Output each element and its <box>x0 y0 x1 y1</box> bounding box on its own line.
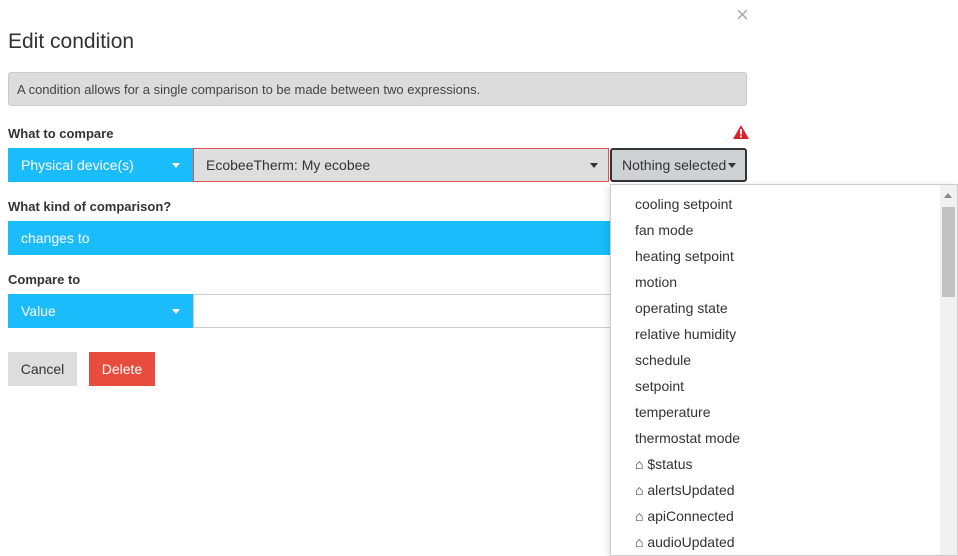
compare-value-input[interactable] <box>193 294 613 328</box>
dropdown-option[interactable]: thermostat mode <box>635 430 740 446</box>
source-type-dropdown[interactable]: Physical device(s) <box>8 148 193 182</box>
dropdown-option[interactable]: fan mode <box>635 222 693 238</box>
chevron-down-icon <box>728 163 736 168</box>
dropdown-option[interactable]: relative humidity <box>635 326 736 342</box>
dropdown-option[interactable]: ⌂ apiConnected <box>635 508 734 524</box>
chevron-down-icon <box>172 163 180 168</box>
warning-triangle-icon <box>733 125 749 139</box>
comparison-label: What kind of comparison? <box>8 199 172 214</box>
source-type-label: Physical device(s) <box>21 157 134 173</box>
what-to-compare-label: What to compare <box>8 126 114 141</box>
attribute-dropdown[interactable]: Nothing selected <box>610 148 747 182</box>
attribute-label: Nothing selected <box>622 157 727 173</box>
chevron-down-icon <box>590 163 598 168</box>
info-banner: A condition allows for a single comparis… <box>8 72 747 106</box>
dropdown-option[interactable]: motion <box>635 274 677 290</box>
device-label: EcobeeTherm: My ecobee <box>206 157 371 173</box>
device-dropdown[interactable]: EcobeeTherm: My ecobee <box>193 148 609 182</box>
chevron-down-icon <box>172 309 180 314</box>
attribute-dropdown-menu: cooling setpoint fan mode heating setpoi… <box>610 184 958 556</box>
dropdown-option[interactable]: ⌂ alertsUpdated <box>635 482 735 498</box>
delete-button[interactable]: Delete <box>89 352 155 386</box>
scrollbar-thumb[interactable] <box>942 207 955 297</box>
dialog-title: Edit condition <box>8 30 135 53</box>
dropdown-option[interactable]: temperature <box>635 404 710 420</box>
dropdown-option[interactable]: ⌂ $status <box>635 456 692 472</box>
dropdown-scrollbar[interactable] <box>940 185 957 555</box>
comparison-operator-dropdown[interactable]: changes to <box>8 221 613 255</box>
scroll-up-icon[interactable] <box>944 193 952 198</box>
compare-to-label: Compare to <box>8 272 81 287</box>
dropdown-option[interactable]: operating state <box>635 300 728 316</box>
dropdown-option[interactable]: heating setpoint <box>635 248 734 264</box>
comparison-operator-label: changes to <box>21 230 90 246</box>
dropdown-option[interactable]: ⌂ audioUpdated <box>635 534 735 550</box>
close-icon[interactable]: × <box>736 2 749 28</box>
dropdown-option[interactable]: setpoint <box>635 378 684 394</box>
dropdown-option[interactable]: schedule <box>635 352 691 368</box>
dropdown-option[interactable]: cooling setpoint <box>635 196 732 212</box>
compare-to-type-dropdown[interactable]: Value <box>8 294 193 328</box>
cancel-button[interactable]: Cancel <box>8 352 77 386</box>
compare-to-type-label: Value <box>21 303 56 319</box>
